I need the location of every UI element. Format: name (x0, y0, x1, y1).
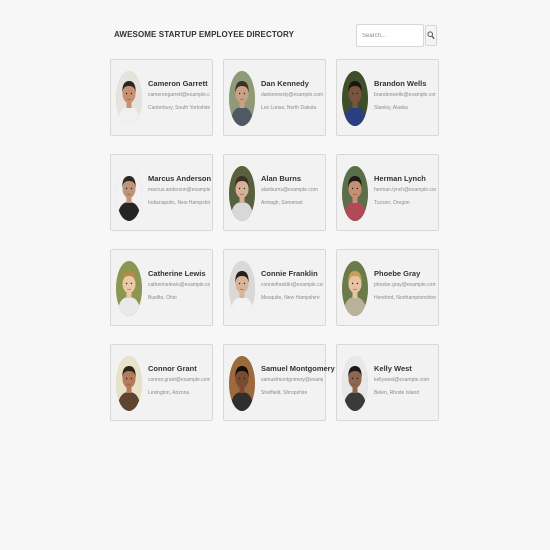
employee-card[interactable]: Herman Lynch herman.lynch@example.com Tu… (336, 154, 439, 231)
search-button[interactable] (425, 25, 437, 46)
employee-name: Cameron Garrett (148, 79, 208, 88)
employee-name: Alan Burns (261, 174, 302, 183)
employee-info: Kelly West kellywest@example.com Belen, … (374, 364, 436, 397)
employee-location: Lexington, Arizona (148, 390, 190, 396)
employee-name: Phoebe Gray (374, 269, 421, 278)
employee-location: Canterbury, South Yorkshire (148, 105, 210, 111)
avatar (229, 261, 255, 316)
employee-card[interactable]: Phoebe Gray phoebe.gray@example.com Here… (336, 249, 439, 326)
employee-card[interactable]: Connor Grant connor.grant@example.com Le… (110, 344, 213, 421)
employee-email: conniefranklin@example.com (261, 282, 323, 288)
employee-card[interactable]: Connie Franklin conniefranklin@example.c… (223, 249, 326, 326)
employee-info: Catherine Lewis catherinelewis@example.c… (148, 269, 210, 302)
employee-email: herman.lynch@example.com (374, 187, 436, 193)
employee-location: Armagh, Somerset (261, 200, 303, 206)
employee-email: catherinelewis@example.com (148, 282, 210, 288)
employee-location: Belen, Rhode Island (374, 390, 420, 396)
employee-info: Brandon Wells brandonwells@example.com S… (374, 79, 436, 112)
employee-card[interactable]: Alan Burns alanburns@example.com Armagh,… (223, 154, 326, 231)
employee-info: Dan Kennedy dankennedy@example.com Los L… (261, 79, 323, 112)
employee-email: connor.grant@example.com (148, 377, 210, 383)
employee-location: Indianapolis, New Hampshire (148, 200, 210, 206)
employee-info: Phoebe Gray phoebe.gray@example.com Here… (374, 269, 436, 302)
employee-name: Kelly West (374, 364, 412, 373)
employee-location: Hereford, Northamptonshire (374, 295, 436, 301)
employee-card[interactable]: Marcus Anderson marcus.anderson@example.… (110, 154, 213, 231)
employee-email: alanburns@example.com (261, 187, 318, 193)
employee-card[interactable]: Kelly West kellywest@example.com Belen, … (336, 344, 439, 421)
employee-email: phoebe.gray@example.com (374, 282, 436, 288)
employee-email: samuelmontgomery@example.com (261, 377, 323, 383)
employee-email: dankennedy@example.com (261, 92, 323, 98)
employee-name: Dan Kennedy (261, 79, 309, 88)
employee-name: Samuel Montgomery (261, 364, 335, 373)
employee-grid: Cameron Garrett camerongarrett@example.c… (110, 59, 440, 421)
employee-info: Herman Lynch herman.lynch@example.com Tu… (374, 174, 436, 207)
employee-location: Tucson, Oregon (374, 200, 410, 206)
employee-name: Connie Franklin (261, 269, 318, 278)
employee-info: Cameron Garrett camerongarrett@example.c… (148, 79, 210, 112)
employee-location: Buellto, Ohio (148, 295, 177, 301)
employee-name: Connor Grant (148, 364, 197, 373)
employee-card[interactable]: Catherine Lewis catherinelewis@example.c… (110, 249, 213, 326)
employee-card[interactable]: Samuel Montgomery samuelmontgomery@examp… (223, 344, 335, 421)
avatar (116, 166, 142, 221)
avatar (342, 166, 368, 221)
avatar (116, 71, 142, 126)
employee-email: kellywest@example.com (374, 377, 430, 383)
page-title: AWESOME STARTUP EMPLOYEE DIRECTORY (114, 30, 295, 39)
avatar (116, 261, 142, 316)
employee-location: Stanley, Alaska (374, 105, 408, 111)
page-header: AWESOME STARTUP EMPLOYEE DIRECTORY (110, 24, 440, 48)
avatar (116, 356, 142, 411)
employee-email: marcus.anderson@example.com (148, 187, 210, 193)
employee-info: Samuel Montgomery samuelmontgomery@examp… (261, 364, 335, 397)
employee-name: Brandon Wells (374, 79, 427, 88)
employee-info: Alan Burns alanburns@example.com Armagh,… (261, 174, 323, 207)
search-input[interactable] (356, 24, 424, 47)
employee-info: Connor Grant connor.grant@example.com Le… (148, 364, 210, 397)
avatar (229, 356, 255, 411)
employee-card[interactable]: Brandon Wells brandonwells@example.com S… (336, 59, 439, 136)
employee-location: Sheffield, Shropshire (261, 390, 308, 396)
employee-info: Connie Franklin conniefranklin@example.c… (261, 269, 323, 302)
employee-location: Mesquite, New Hampshire (261, 295, 320, 301)
avatar (342, 71, 368, 126)
magnifier-icon (427, 28, 435, 43)
employee-name: Marcus Anderson (148, 174, 212, 183)
employee-card[interactable]: Cameron Garrett camerongarrett@example.c… (110, 59, 213, 136)
avatar (229, 166, 255, 221)
avatar (229, 71, 255, 126)
employee-name: Herman Lynch (374, 174, 426, 183)
avatar (342, 261, 368, 316)
employee-location: Los Lunas, North Dakota (261, 105, 317, 111)
employee-info: Marcus Anderson marcus.anderson@example.… (148, 174, 212, 207)
employee-email: camerongarrett@example.com (148, 92, 210, 98)
employee-card[interactable]: Dan Kennedy dankennedy@example.com Los L… (223, 59, 326, 136)
employee-name: Catherine Lewis (148, 269, 206, 278)
avatar (342, 356, 368, 411)
employee-email: brandonwells@example.com (374, 92, 436, 98)
